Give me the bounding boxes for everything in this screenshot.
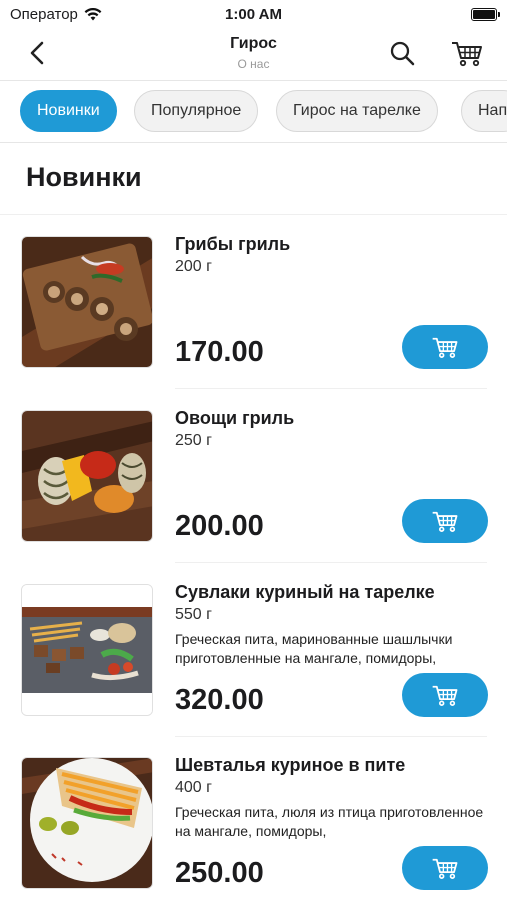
status-time: 1:00 AM bbox=[225, 6, 282, 23]
search-button[interactable] bbox=[385, 36, 419, 70]
product-card[interactable]: Сувлаки куриный на тарелке 550 г Греческ… bbox=[0, 582, 507, 739]
product-name: Шевталья куриное в пите bbox=[175, 755, 406, 775]
category-tabs: Новинки Популярное Гирос на тарелке Нап bbox=[0, 80, 507, 143]
battery-icon bbox=[471, 8, 500, 21]
add-to-cart-button[interactable] bbox=[402, 325, 488, 369]
add-to-cart-button[interactable] bbox=[402, 846, 488, 890]
nav-bar: Гирос О нас bbox=[0, 28, 507, 81]
about-link[interactable]: О нас bbox=[0, 57, 507, 71]
product-image bbox=[21, 236, 153, 368]
product-name: Овощи гриль bbox=[175, 408, 295, 428]
cart-icon bbox=[452, 42, 482, 67]
cart-icon bbox=[432, 858, 458, 879]
category-chip-drinks[interactable]: Нап bbox=[461, 90, 507, 132]
product-card[interactable]: Грибы гриль 200 г 170.00 bbox=[0, 234, 507, 391]
product-image bbox=[21, 757, 153, 889]
search-icon bbox=[390, 41, 415, 66]
product-weight: 250 г bbox=[175, 432, 212, 449]
row-divider bbox=[175, 736, 487, 737]
product-card[interactable]: Овощи гриль 250 г 200.00 bbox=[0, 408, 507, 565]
cart-button[interactable] bbox=[448, 36, 486, 70]
cart-icon bbox=[432, 685, 458, 706]
product-price: 200.00 bbox=[175, 510, 264, 542]
product-name: Грибы гриль bbox=[175, 234, 291, 254]
product-image bbox=[21, 410, 153, 542]
add-to-cart-button[interactable] bbox=[402, 673, 488, 717]
row-divider bbox=[175, 562, 487, 563]
cart-icon bbox=[432, 511, 458, 532]
category-chip-gyros-plate[interactable]: Гирос на тарелке bbox=[276, 90, 438, 132]
add-to-cart-button[interactable] bbox=[402, 499, 488, 543]
page-title: Гирос bbox=[230, 35, 277, 52]
product-description: Греческая пита, маринованные шашлычки пр… bbox=[175, 631, 453, 666]
product-price: 170.00 bbox=[175, 336, 264, 368]
product-price: 320.00 bbox=[175, 684, 264, 716]
product-image bbox=[21, 584, 153, 716]
section-divider bbox=[0, 214, 507, 215]
product-description: Греческая пита, люля из птица приготовле… bbox=[175, 804, 484, 839]
row-divider bbox=[175, 388, 487, 389]
product-weight: 550 г bbox=[175, 606, 212, 623]
product-weight: 200 г bbox=[175, 258, 212, 275]
category-chip-popular[interactable]: Популярное bbox=[134, 90, 259, 132]
category-chip-novinki[interactable]: Новинки bbox=[20, 90, 117, 132]
section-title: Новинки bbox=[26, 162, 142, 192]
product-card[interactable]: Шевталья куриное в пите 400 г Греческая … bbox=[0, 755, 507, 912]
status-bar: Оператор 1:00 AM bbox=[0, 0, 507, 28]
product-name: Сувлаки куриный на тарелке bbox=[175, 582, 435, 602]
product-price: 250.00 bbox=[175, 857, 264, 889]
product-weight: 400 г bbox=[175, 779, 212, 796]
cart-icon bbox=[432, 337, 458, 358]
